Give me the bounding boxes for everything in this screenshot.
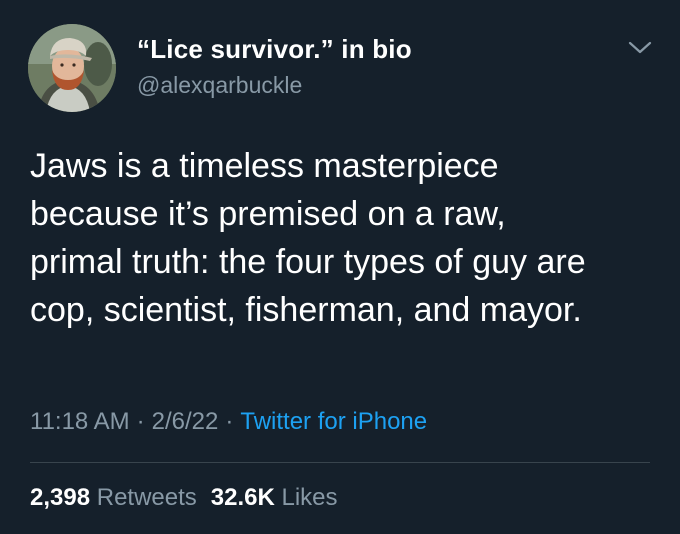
divider xyxy=(30,462,650,463)
tweet-date[interactable]: 2/6/22 xyxy=(152,408,219,435)
tweet-text-line: because it’s premised on a raw, xyxy=(30,195,506,233)
tweet-text: Jaws is a timeless masterpiece because i… xyxy=(30,142,660,334)
avatar[interactable] xyxy=(28,24,116,112)
tweet-time[interactable]: 11:18 AM xyxy=(30,408,130,435)
retweets-stat[interactable]: 2,398 Retweets xyxy=(30,484,197,511)
retweets-count: 2,398 xyxy=(30,484,91,511)
chevron-down-icon[interactable] xyxy=(626,38,654,58)
tweet-text-line: cop, scientist, fisherman, and mayor. xyxy=(30,291,582,329)
likes-label: Likes xyxy=(281,484,338,511)
likes-count: 32.6K xyxy=(210,484,275,511)
tweet-card: “Lice survivor.” in bio @alexqarbuckle J… xyxy=(0,0,680,534)
display-name[interactable]: “Lice survivor.” in bio xyxy=(137,34,412,65)
separator: · xyxy=(225,408,234,435)
tweet-source-link[interactable]: Twitter for iPhone xyxy=(240,408,427,435)
retweets-label: Retweets xyxy=(96,484,197,511)
tweet-text-line: primal truth: the four types of guy are xyxy=(30,243,586,281)
separator: · xyxy=(136,408,145,435)
likes-stat[interactable]: 32.6K Likes xyxy=(211,484,338,511)
tweet-text-line: Jaws is a timeless masterpiece xyxy=(30,147,499,185)
profile-photo-icon xyxy=(28,24,116,112)
user-handle[interactable]: @alexqarbuckle xyxy=(137,72,302,99)
engagement-stats: 2,398 Retweets 32.6K Likes xyxy=(30,484,338,512)
tweet-metadata: 11:18 AM · 2/6/22 · Twitter for iPhone xyxy=(30,408,427,436)
